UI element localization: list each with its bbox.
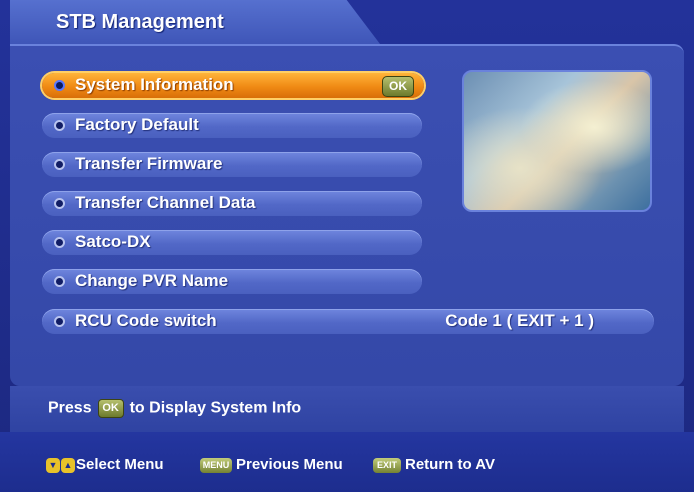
menu-item-rcu-code-switch[interactable]: RCU Code switch Code 1 ( EXIT + 1 ) — [42, 309, 654, 334]
ok-badge: OK — [382, 76, 414, 97]
bullet-icon — [54, 316, 65, 327]
up-arrow-icon: ▲ — [61, 457, 75, 473]
stb-screen: STB Management System Information OK Fac… — [0, 0, 694, 492]
bullet-icon — [54, 237, 65, 248]
menu-item-label: Change PVR Name — [75, 271, 229, 290]
down-arrow-icon: ▼ — [46, 457, 60, 473]
bullet-icon — [54, 198, 65, 209]
exit-key-icon: EXIT — [373, 457, 401, 473]
menu-item-transfer-firmware[interactable]: Transfer Firmware — [42, 152, 422, 177]
bullet-icon — [54, 159, 65, 170]
menu-item-factory-default[interactable]: Factory Default — [42, 113, 422, 138]
hint-return-av: EXIT Return to AV — [373, 456, 495, 473]
hint-select-label: Select Menu — [76, 456, 164, 473]
hint-previous-label: Previous Menu — [236, 456, 343, 473]
menu-item-satco-dx[interactable]: Satco-DX — [42, 230, 422, 255]
menu-item-label: System Information — [75, 75, 234, 94]
menu-item-transfer-channel-data[interactable]: Transfer Channel Data — [42, 191, 422, 216]
status-prefix: Press — [48, 399, 92, 417]
menu-item-label: Satco-DX — [75, 232, 151, 251]
bullet-icon — [54, 120, 65, 131]
menu-item-label: Factory Default — [75, 115, 199, 134]
rcu-code-value: Code 1 ( EXIT + 1 ) — [445, 311, 594, 330]
menu-item-label: Transfer Firmware — [75, 154, 223, 173]
bullet-icon — [54, 276, 65, 287]
status-suffix: to Display System Info — [129, 399, 302, 417]
menu-item-change-pvr-name[interactable]: Change PVR Name — [42, 269, 422, 294]
ok-key-icon: OK — [97, 399, 124, 418]
bullet-icon — [54, 80, 65, 91]
hint-return-label: Return to AV — [405, 456, 495, 473]
hint-previous-menu: MENU Previous Menu — [200, 456, 343, 473]
preview-image — [462, 70, 652, 212]
hint-select-menu: ▼ ▲ Select Menu — [46, 456, 164, 473]
status-text: Press OK to Display System Info — [48, 399, 301, 418]
menu-item-system-information[interactable]: System Information OK — [42, 73, 424, 98]
menu-item-label: Transfer Channel Data — [75, 193, 256, 212]
menu-key-icon: MENU — [200, 457, 232, 473]
page-title: STB Management — [56, 11, 224, 33]
menu-item-label: RCU Code switch — [75, 311, 217, 330]
